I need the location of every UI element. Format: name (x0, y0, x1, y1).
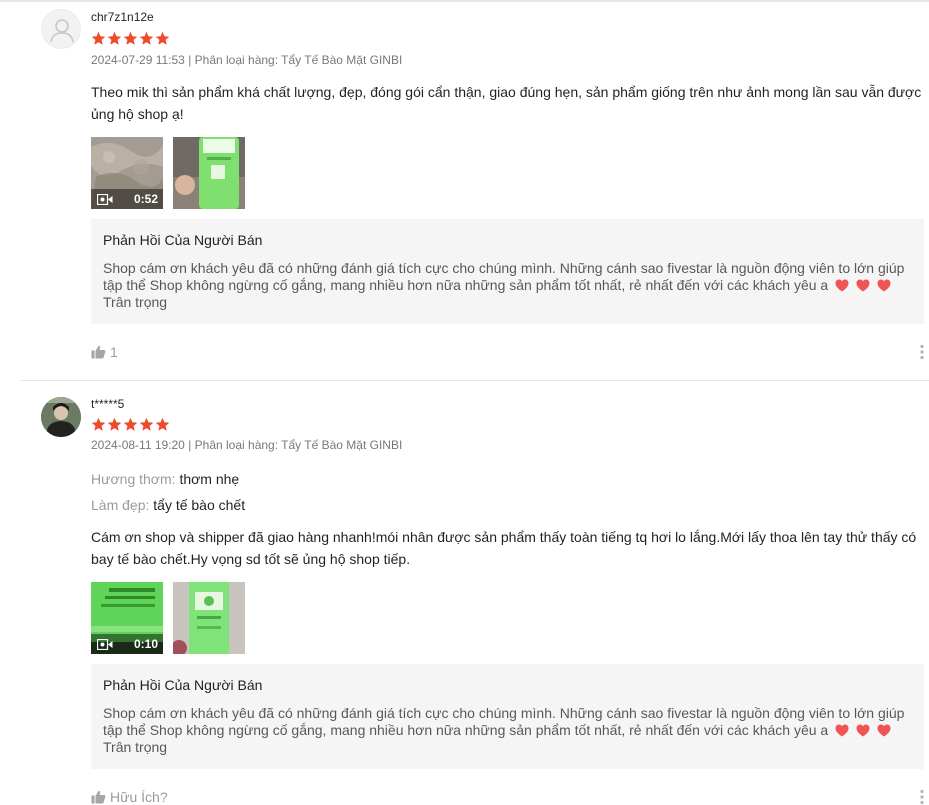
review-video-thumbnail[interactable]: 0:52 (91, 137, 163, 209)
seller-reply-body: Shop cám ơn khách yêu đã có những đánh g… (103, 705, 912, 756)
star-icon (155, 417, 170, 431)
seller-reply-text: Shop cám ơn khách yêu đã có những đánh g… (103, 260, 905, 293)
seller-reply-sign: Trân trọng (103, 294, 168, 310)
more-options-icon[interactable] (919, 344, 925, 360)
seller-reply-title: Phản Hồi Của Người Bán (103, 232, 263, 248)
review-attribute: Làm đẹp: tẩy tế bào chết (91, 497, 245, 513)
seller-reply: Phản Hồi Của Người Bán Shop cám ơn khách… (91, 664, 924, 769)
video-duration: 0:10 (133, 637, 158, 651)
video-duration: 0:52 (133, 192, 158, 206)
heart-icon (856, 279, 870, 292)
helpful-label: Hữu Ích? (110, 789, 168, 805)
seller-reply-title: Phản Hồi Của Người Bán (103, 677, 263, 693)
user-photo-avatar[interactable] (41, 397, 81, 437)
review-content: Theo mik thì sản phẩm khá chất lượng, đẹ… (91, 84, 922, 122)
more-options-icon[interactable] (919, 789, 925, 805)
review-username[interactable]: chr7z1n12e (91, 10, 154, 24)
default-avatar-icon[interactable] (41, 9, 81, 49)
helpful-button[interactable]: Hữu Ích? (91, 788, 168, 805)
seller-reply: Phản Hồi Của Người Bán Shop cám ơn khách… (91, 219, 924, 324)
rating-stars (91, 31, 171, 47)
seller-reply-text: Shop cám ơn khách yêu đã có những đánh g… (103, 705, 905, 738)
top-divider (0, 0, 929, 2)
review-image-thumbnail[interactable] (173, 137, 245, 209)
star-icon (139, 31, 154, 45)
video-camera-icon (97, 194, 113, 205)
thumbs-up-icon (91, 345, 106, 359)
star-icon (139, 417, 154, 431)
heart-icon (856, 724, 870, 737)
heart-icon (877, 724, 891, 737)
review-divider (21, 380, 929, 381)
heart-icon (835, 724, 849, 737)
star-icon (107, 417, 122, 431)
like-count: 1 (110, 344, 118, 360)
thumbs-up-icon (91, 790, 106, 804)
star-icon (123, 417, 138, 431)
review-meta: 2024-08-11 19:20 | Phân loại hàng: Tẩy T… (91, 438, 403, 452)
attribute-value: tẩy tế bào chết (153, 497, 246, 513)
seller-reply-body: Shop cám ơn khách yêu đã có những đánh g… (103, 260, 912, 311)
star-icon (155, 31, 170, 45)
review-video-thumbnail[interactable]: 0:10 (91, 582, 163, 654)
attribute-key: Hương thơm: (91, 471, 176, 487)
review-content: Cám ơn shop và shipper đã giao hàng nhan… (91, 529, 917, 567)
review-username[interactable]: t*****5 (91, 397, 124, 411)
heart-icon (877, 279, 891, 292)
star-icon (107, 31, 122, 45)
attribute-key: Làm đẹp: (91, 497, 150, 513)
rating-stars (91, 417, 171, 433)
heart-icon (835, 279, 849, 292)
review-attribute: Hương thơm: thơm nhẹ (91, 471, 239, 487)
star-icon (91, 31, 106, 45)
review-meta: 2024-07-29 11:53 | Phân loại hàng: Tẩy T… (91, 53, 403, 67)
video-camera-icon (97, 639, 113, 650)
star-icon (91, 417, 106, 431)
seller-reply-sign: Trân trọng (103, 739, 168, 755)
review-image-thumbnail[interactable] (173, 582, 245, 654)
attribute-value: thơm nhẹ (179, 471, 240, 487)
star-icon (123, 31, 138, 45)
like-button[interactable]: 1 (91, 343, 118, 361)
